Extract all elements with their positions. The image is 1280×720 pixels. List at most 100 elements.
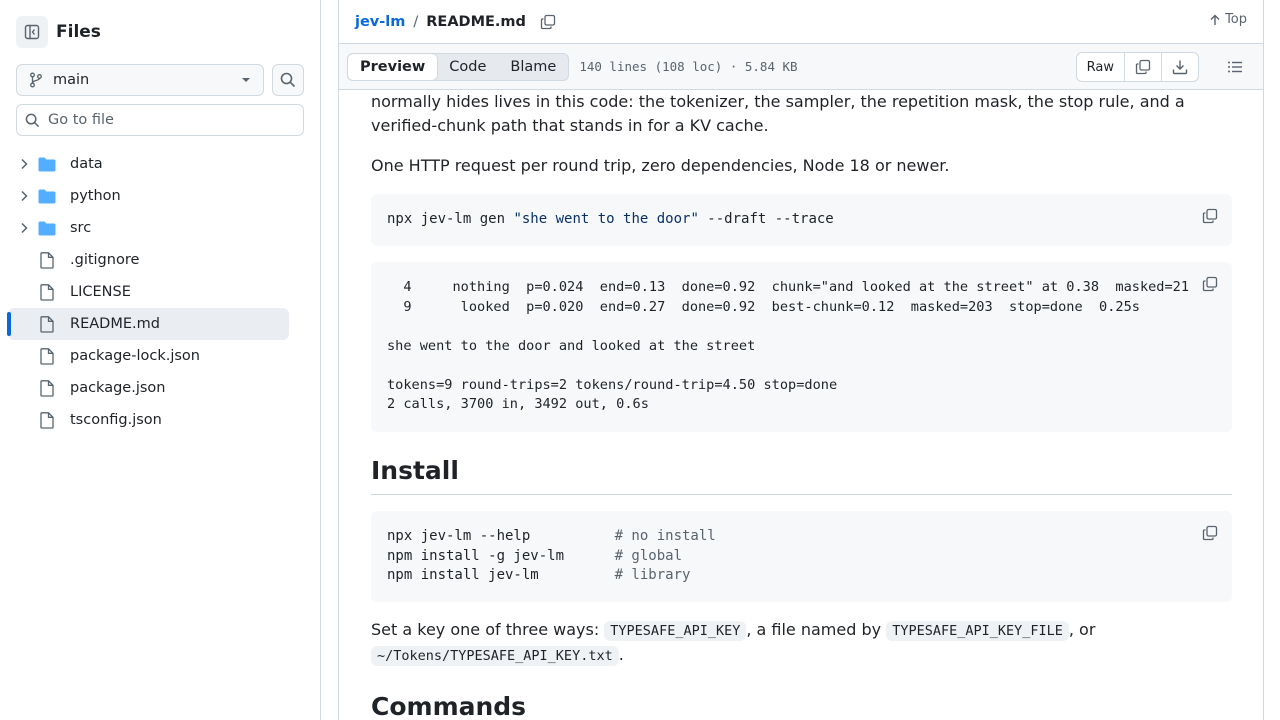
tree-item-gitignore[interactable]: .gitignore bbox=[8, 244, 289, 276]
file-icon bbox=[38, 347, 56, 365]
file-icon bbox=[38, 251, 56, 269]
code-comment: # library bbox=[614, 567, 691, 583]
intro-paragraph: normally hides lives in this code: the t… bbox=[371, 90, 1232, 138]
file-icon bbox=[38, 283, 56, 301]
search-files-button[interactable] bbox=[272, 64, 304, 96]
back-to-top-button[interactable]: Top bbox=[1209, 12, 1247, 27]
breadcrumb-repo-link[interactable]: jev-lm bbox=[355, 14, 405, 30]
requirements-paragraph: One HTTP request per round trip, zero de… bbox=[371, 156, 950, 175]
tab-blame[interactable]: Blame bbox=[498, 54, 568, 80]
breadcrumb: jev-lm / README.md Top bbox=[339, 0, 1263, 44]
chevron-right-icon[interactable] bbox=[16, 222, 32, 234]
breadcrumb-separator: / bbox=[413, 13, 419, 30]
tree-item-label: LICENSE bbox=[70, 284, 131, 300]
key-text: Set a key one of three ways: bbox=[371, 620, 605, 639]
top-label: Top bbox=[1225, 12, 1247, 27]
chevron-right-icon[interactable] bbox=[16, 190, 32, 202]
tab-preview[interactable]: Preview bbox=[347, 52, 439, 81]
copy-raw-button[interactable] bbox=[1125, 53, 1162, 81]
copy-code-button[interactable] bbox=[1202, 276, 1218, 299]
key-text: , or bbox=[1068, 620, 1096, 639]
go-to-file-input[interactable] bbox=[48, 112, 288, 128]
tree-item-label: README.md bbox=[70, 316, 160, 332]
tree-item-tsconfig[interactable]: tsconfig.json bbox=[8, 404, 289, 436]
tree-item-label: tsconfig.json bbox=[70, 412, 162, 428]
code-text: --draft --trace bbox=[698, 211, 834, 227]
search-icon bbox=[25, 113, 40, 127]
inline-code-key-path: ~/Tokens/TYPESAFE_API_KEY.txt bbox=[371, 646, 619, 666]
copy-code-button[interactable] bbox=[1202, 525, 1218, 548]
tree-item-src[interactable]: src bbox=[8, 212, 289, 244]
arrow-up-icon bbox=[1210, 14, 1220, 25]
trace-line: 2 calls, 3700 in, 3492 out, 0.6s bbox=[387, 396, 649, 412]
code-text: npx jev-lm --help bbox=[387, 528, 615, 544]
tab-code[interactable]: Code bbox=[437, 54, 498, 80]
inline-code-env-var: TYPESAFE_API_KEY bbox=[604, 621, 747, 641]
code-block-gen: npx jev-lm gen "she went to the door" --… bbox=[371, 194, 1232, 246]
trace-line: 4 nothing p=0.024 end=0.13 done=0.92 chu… bbox=[387, 279, 1190, 295]
view-tabs: Preview Code Blame bbox=[347, 52, 570, 81]
tree-item-readme[interactable]: README.md bbox=[7, 308, 289, 340]
copy-icon bbox=[1202, 276, 1218, 292]
folder-icon bbox=[38, 157, 56, 172]
sidebar-collapse-icon bbox=[24, 24, 40, 40]
caret-down-icon bbox=[242, 78, 250, 82]
collapse-sidebar-button[interactable] bbox=[16, 16, 48, 48]
code-text: npx jev-lm gen bbox=[387, 211, 514, 227]
key-text: . bbox=[618, 645, 624, 664]
tree-item-package[interactable]: package.json bbox=[8, 372, 289, 404]
code-block-install: npx jev-lm --help # no install npm insta… bbox=[371, 511, 1232, 602]
inline-code-key-file-var: TYPESAFE_API_KEY_FILE bbox=[886, 621, 1069, 641]
tree-item-package-lock[interactable]: package-lock.json bbox=[8, 340, 289, 372]
sidebar-header: Files bbox=[16, 16, 101, 48]
code-comment: # no install bbox=[614, 528, 716, 544]
intro-line-1: normally hides lives in this code: the t… bbox=[371, 92, 1185, 111]
code-text: npm install -g jev-lm bbox=[387, 547, 615, 564]
code-comment: # global bbox=[614, 547, 683, 564]
tree-item-label: package.json bbox=[70, 380, 166, 396]
file-tree-sidebar: Files main data python src .gitignor bbox=[0, 0, 321, 720]
search-icon bbox=[280, 72, 296, 88]
code-text: npm install jev-lm bbox=[387, 567, 615, 583]
branch-selector[interactable]: main bbox=[16, 64, 264, 96]
download-button[interactable] bbox=[1162, 53, 1198, 81]
file-icon bbox=[38, 315, 56, 333]
file-icon bbox=[38, 411, 56, 429]
file-actions: Raw bbox=[1075, 52, 1199, 82]
tree-item-label: package-lock.json bbox=[70, 348, 200, 364]
readme-content: normally hides lives in this code: the t… bbox=[371, 90, 1232, 720]
list-icon bbox=[1228, 61, 1242, 73]
file-icon bbox=[38, 379, 56, 397]
file-toolbar: Preview Code Blame 140 lines (108 loc) ·… bbox=[339, 44, 1263, 90]
code-string: "she went to the door" bbox=[513, 211, 699, 227]
folder-icon bbox=[38, 189, 56, 204]
tree-item-python[interactable]: python bbox=[8, 180, 289, 212]
breadcrumb-file-name: README.md bbox=[426, 13, 526, 30]
outline-button[interactable] bbox=[1227, 59, 1243, 79]
file-meta: 140 lines (108 loc) · 5.84 KB bbox=[579, 59, 798, 74]
tree-item-label: python bbox=[70, 188, 121, 204]
go-to-file-field[interactable] bbox=[16, 104, 304, 136]
copy-code-button[interactable] bbox=[1202, 208, 1218, 231]
folder-icon bbox=[38, 221, 56, 236]
chevron-right-icon[interactable] bbox=[16, 158, 32, 170]
copy-icon bbox=[1135, 59, 1151, 75]
trace-line: she went to the door and looked at the s… bbox=[387, 337, 756, 354]
trace-line: 9 looked p=0.020 end=0.27 done=0.92 best… bbox=[387, 298, 1140, 315]
file-tree: data python src .gitignore LICENSE READM… bbox=[7, 148, 289, 436]
code-block-trace: 4 nothing p=0.024 end=0.13 done=0.92 chu… bbox=[371, 262, 1232, 432]
tree-item-label: .gitignore bbox=[70, 252, 140, 268]
tree-item-license[interactable]: LICENSE bbox=[8, 276, 289, 308]
copy-icon bbox=[1202, 208, 1218, 224]
raw-button[interactable]: Raw bbox=[1077, 53, 1125, 81]
install-heading: Install bbox=[371, 456, 1232, 495]
download-icon bbox=[1172, 60, 1188, 75]
commands-heading: Commands bbox=[371, 692, 1232, 720]
copy-path-button[interactable] bbox=[540, 14, 556, 30]
tree-item-data[interactable]: data bbox=[8, 148, 289, 180]
tree-item-label: data bbox=[70, 156, 103, 172]
copy-icon bbox=[1202, 525, 1218, 541]
file-view: jev-lm / README.md Top Preview Code Blam… bbox=[338, 0, 1264, 720]
copy-icon bbox=[540, 14, 556, 29]
sidebar-title: Files bbox=[56, 22, 101, 42]
